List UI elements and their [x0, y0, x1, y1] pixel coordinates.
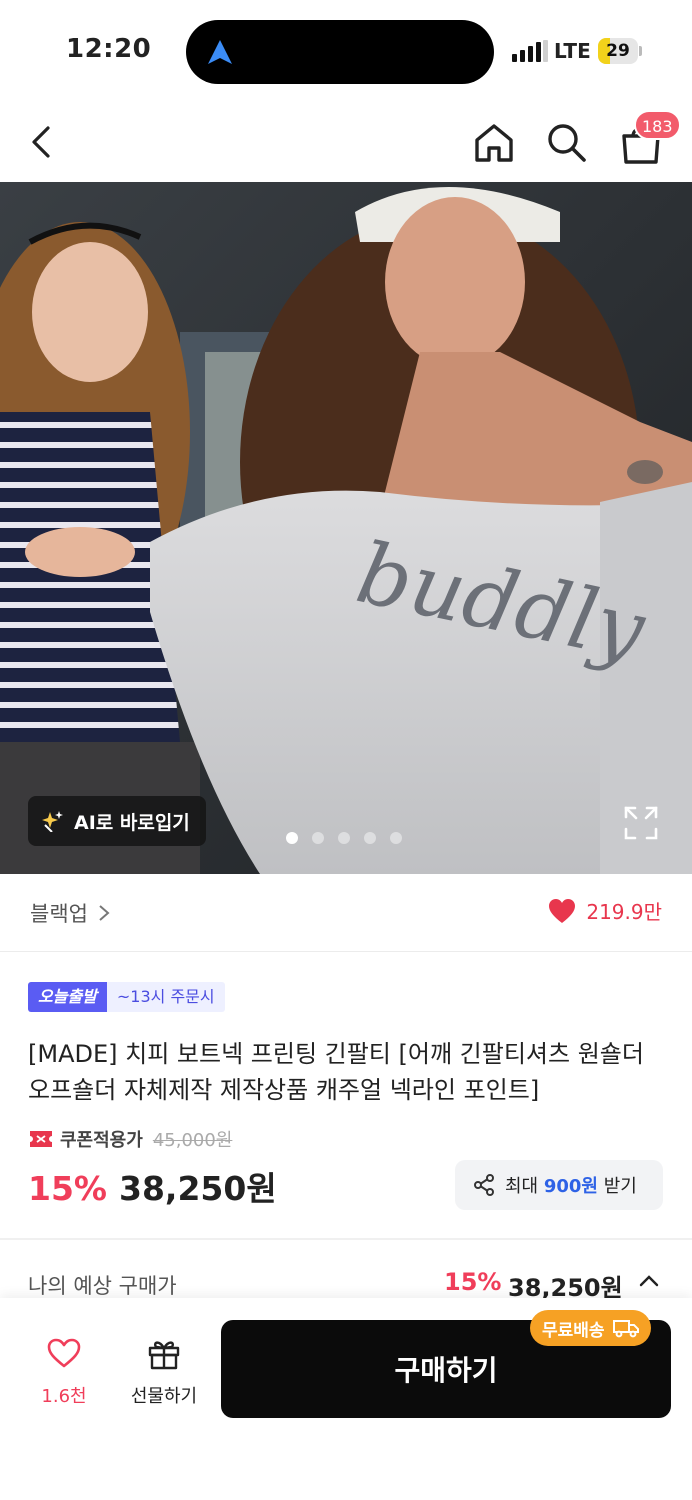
ai-try-on-label: AI로 바로입기: [74, 811, 190, 834]
delivery-badges: 오늘출발 ~13시 주문시: [28, 982, 225, 1012]
gift-icon: [148, 1341, 180, 1370]
coupon-label: 쿠폰적용가: [60, 1130, 143, 1151]
brand-name: 블랙업: [30, 902, 88, 926]
gallery-pagination: [286, 832, 402, 844]
like-count: 219.9만: [586, 900, 662, 924]
cart-count-badge: 183: [634, 110, 681, 140]
free-shipping-badge: 무료배송: [530, 1310, 651, 1346]
status-time: 12:20: [66, 34, 152, 64]
sale-price-row: 15% 38,250원: [28, 1162, 277, 1210]
top-navigation: [0, 100, 692, 182]
point-amount: 900원: [543, 1176, 598, 1197]
battery-level: 29: [606, 41, 630, 61]
back-icon[interactable]: [26, 124, 58, 160]
brand-row: 블랙업 219.9만: [0, 874, 692, 952]
ai-try-on-button[interactable]: AI로 바로입기: [28, 796, 206, 846]
status-bar: 12:20 LTE 29: [0, 0, 692, 100]
chevron-up-icon[interactable]: [638, 1274, 660, 1288]
pagination-dot[interactable]: [286, 832, 298, 844]
search-icon[interactable]: [544, 120, 588, 164]
truck-icon: [612, 1320, 639, 1338]
product-photo: buddly: [0, 182, 692, 874]
point-suffix: 받기: [603, 1176, 637, 1197]
section-divider: [0, 1238, 692, 1240]
dynamic-island: [186, 20, 494, 84]
coupon-icon: [30, 1131, 52, 1147]
expand-icon[interactable]: [624, 806, 658, 840]
like-button[interactable]: 219.9만: [548, 896, 662, 925]
home-icon[interactable]: [472, 122, 516, 164]
gift-button[interactable]: 선물하기: [122, 1338, 206, 1408]
brand-link[interactable]: 블랙업: [30, 898, 110, 928]
navigation-arrow-icon: [208, 40, 232, 64]
bottom-action-bar: 1.6천 선물하기 구매하기 무료배송: [0, 1298, 692, 1500]
chevron-right-icon: [99, 905, 110, 921]
battery-icon: 29: [598, 38, 642, 64]
expected-discount-rate: 15%: [444, 1268, 502, 1296]
expected-price-label: 나의 예상 구매가: [28, 1274, 177, 1298]
pagination-dot[interactable]: [390, 832, 402, 844]
heart-filled-icon: [549, 898, 576, 923]
coupon-price-row: 쿠폰적용가 45,000원: [30, 1126, 232, 1152]
signal-icon: [512, 40, 548, 62]
discount-rate: 15%: [28, 1169, 107, 1208]
pagination-dot[interactable]: [364, 832, 376, 844]
point-prefix: 최대: [505, 1176, 539, 1197]
today-shipping-badge: 오늘출발: [28, 982, 107, 1012]
heart-outline-icon: [47, 1338, 81, 1368]
expected-price-row[interactable]: 나의 예상 구매가 15% 38,250원: [0, 1262, 692, 1302]
free-shipping-label: 무료배송: [542, 1320, 605, 1341]
wishlist-count: 1.6천: [41, 1386, 87, 1407]
sparkle-icon: [42, 811, 63, 832]
pagination-dot[interactable]: [312, 832, 324, 844]
point-reward-button[interactable]: 최대 900원 받기: [455, 1160, 663, 1210]
network-type: LTE: [554, 39, 591, 63]
sale-price: 38,250원: [119, 1169, 277, 1208]
product-title: [MADE] 치피 보트넥 프린팅 긴팔티 [어깨 긴팔티셔츠 원숄더 오프숄더…: [28, 1040, 644, 1104]
wishlist-button[interactable]: 1.6천: [30, 1338, 98, 1408]
original-price: 45,000원: [152, 1130, 233, 1151]
product-image-gallery[interactable]: buddly AI로 바로입기: [0, 182, 692, 874]
gift-label: 선물하기: [130, 1386, 198, 1407]
share-icon: [474, 1174, 494, 1196]
order-deadline-badge: ~13시 주문시: [106, 982, 225, 1012]
pagination-dot[interactable]: [338, 832, 350, 844]
